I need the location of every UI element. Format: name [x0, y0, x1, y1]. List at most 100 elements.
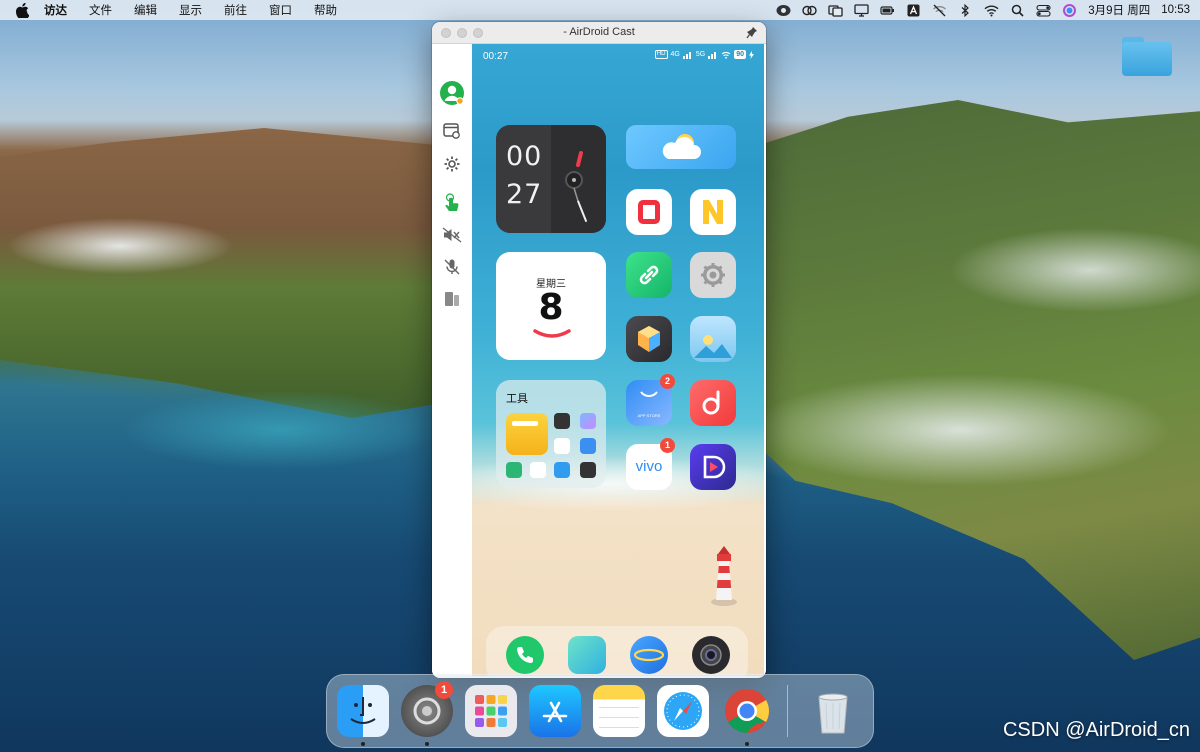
phone-status-bar: 00:27 HD 4G 5G 90	[472, 44, 764, 66]
clock-widget[interactable]: 00 27	[496, 125, 606, 233]
contacts-mini-icon	[506, 462, 522, 478]
siri-icon[interactable]	[1062, 3, 1077, 17]
app-red-square[interactable]	[626, 189, 672, 235]
phone-battery: 90	[734, 50, 746, 59]
app-music[interactable]	[690, 380, 736, 426]
airdroid-cast-window: - AirDroid Cast 00:27 HD 4G 5G 90 00 27 …	[432, 22, 766, 678]
vivo-badge: 1	[660, 438, 675, 453]
wifi-icon[interactable]	[984, 4, 999, 17]
wifi-off-icon[interactable]	[932, 4, 947, 17]
cloud-mini-icon	[580, 438, 596, 454]
trash-icon[interactable]	[807, 685, 859, 737]
app-gallery[interactable]	[690, 316, 736, 362]
tools-mini-icon	[530, 462, 546, 478]
chrome-running-dot	[745, 742, 749, 746]
tools-folder-widget[interactable]: 工具	[496, 380, 606, 488]
menu-window[interactable]: 窗口	[269, 2, 292, 18]
phone-dock	[486, 626, 748, 676]
menu-finder[interactable]: 访达	[44, 2, 67, 18]
camera-icon[interactable]	[692, 636, 730, 674]
app-store-label: APP STORE	[637, 413, 661, 418]
smile-icon	[533, 329, 571, 338]
menu-go[interactable]: 前往	[224, 2, 247, 18]
signal2-icon	[708, 51, 717, 59]
desktop-folder[interactable]	[1120, 34, 1174, 96]
charging-icon	[749, 50, 754, 59]
weather-widget[interactable]	[626, 125, 736, 169]
system-preferences-icon[interactable]: 1	[401, 681, 453, 737]
display-icon[interactable]	[854, 3, 869, 17]
pin-icon[interactable]	[746, 26, 758, 39]
app-cube[interactable]	[626, 316, 672, 362]
clock-hour: 00	[506, 141, 543, 172]
app-green-link[interactable]	[626, 252, 672, 298]
signal-4g-label: 4G	[670, 51, 680, 58]
app-yellow-n[interactable]	[690, 189, 736, 235]
settings-running-dot	[425, 742, 429, 746]
macos-dock: 1	[326, 674, 874, 748]
airdroid-icon[interactable]	[776, 4, 791, 17]
battery-icon[interactable]	[880, 4, 895, 17]
menu-edit[interactable]: 编辑	[134, 2, 157, 18]
lighthouse-icon	[711, 546, 737, 606]
app-store-icon[interactable]	[529, 685, 581, 737]
speaker-mute-icon[interactable]	[441, 224, 463, 246]
menu-help[interactable]: 帮助	[314, 2, 337, 18]
recorder-mini-icon	[580, 462, 596, 478]
finder-running-dot	[361, 742, 365, 746]
settings-badge: 1	[435, 681, 453, 699]
folder-title: 工具	[506, 393, 528, 405]
app-settings[interactable]	[690, 252, 736, 298]
apple-menu-icon[interactable]	[14, 2, 30, 18]
menubar-date[interactable]: 3月9日 周四	[1088, 2, 1150, 18]
browser-icon[interactable]	[630, 636, 668, 674]
menu-view[interactable]: 显示	[179, 2, 202, 18]
app-video-player[interactable]	[690, 444, 736, 490]
window-titlebar[interactable]: - AirDroid Cast	[432, 22, 766, 44]
notes-icon[interactable]	[593, 685, 645, 737]
phone-time: 00:27	[483, 51, 509, 62]
touch-control-icon[interactable]	[441, 192, 463, 214]
mic-mute-icon[interactable]	[441, 256, 463, 278]
search-icon[interactable]	[1010, 4, 1025, 17]
cast-toolbar	[432, 44, 472, 678]
chrome-icon[interactable]	[721, 685, 773, 737]
safari-icon[interactable]	[657, 685, 709, 737]
analog-clock-icon	[565, 151, 587, 222]
vivo-label: vivo	[635, 458, 663, 475]
app-vivo[interactable]: vivo 1	[626, 438, 675, 490]
clock-minute: 27	[506, 179, 543, 210]
dock-separator	[787, 685, 788, 737]
csdn-watermark: CSDN @AirDroid_cn	[1002, 719, 1190, 741]
account-icon[interactable]	[439, 80, 465, 106]
date-day: 8	[538, 287, 564, 328]
messages-icon[interactable]	[568, 636, 606, 674]
text-input-icon[interactable]	[906, 4, 921, 17]
bluetooth-icon[interactable]	[958, 3, 973, 17]
fullscreen-icon[interactable]	[441, 288, 463, 310]
window-title: - AirDroid Cast	[563, 26, 635, 38]
calculator-mini-icon	[554, 413, 570, 429]
folder-icon	[1122, 42, 1172, 76]
mission-icon[interactable]	[802, 4, 817, 17]
menu-file[interactable]: 文件	[89, 2, 112, 18]
launchpad-icon[interactable]	[465, 685, 517, 737]
phone-screen[interactable]: 00:27 HD 4G 5G 90 00 27 星期三 8 工具 APP STO…	[472, 44, 764, 676]
files-mini-icon	[554, 462, 570, 478]
control-center-icon[interactable]	[1036, 4, 1051, 17]
finder-icon[interactable]	[337, 685, 389, 737]
phone-call-icon[interactable]	[506, 636, 544, 674]
app-store-badge: 2	[660, 374, 675, 389]
signal-5g-label: 5G	[695, 51, 706, 58]
phone-wifi-icon	[721, 51, 731, 59]
notes-mini-icon	[506, 413, 548, 455]
menubar-time[interactable]: 10:53	[1161, 4, 1190, 16]
date-widget[interactable]: 星期三 8	[496, 252, 606, 360]
window-icon[interactable]	[441, 120, 463, 142]
settings-icon[interactable]	[441, 153, 463, 175]
screen-icon[interactable]	[828, 4, 843, 17]
app-store-vivo[interactable]: APP STORE 2	[626, 374, 675, 426]
hd-icon: HD	[654, 50, 668, 59]
menu-bar: 访达 文件 编辑 显示 前往 窗口 帮助 3月9日 周四 10:53	[0, 0, 1200, 20]
weather-cloud-icon	[662, 134, 701, 159]
